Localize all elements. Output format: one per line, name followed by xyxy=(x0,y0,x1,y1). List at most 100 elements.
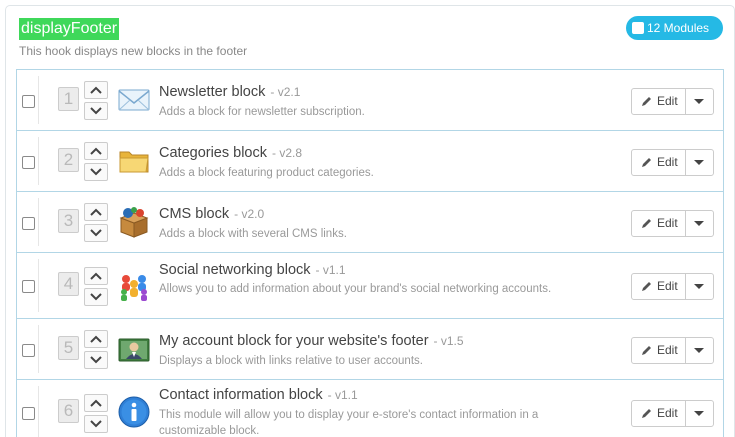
module-version: - v2.0 xyxy=(234,207,265,221)
module-position: 6 xyxy=(58,399,79,423)
module-title: Categories block xyxy=(159,145,267,161)
hook-title: displayFooter xyxy=(19,18,120,40)
module-checkbox[interactable] xyxy=(22,217,35,230)
select-all-modules-badge[interactable]: 12 Modules xyxy=(626,16,723,40)
pencil-icon xyxy=(642,409,651,418)
hook-description: This hook displays new blocks in the foo… xyxy=(19,44,248,58)
actions-dropdown-button[interactable] xyxy=(686,274,713,299)
module-checkbox[interactable] xyxy=(22,280,35,293)
move-up-button[interactable] xyxy=(84,330,108,348)
move-up-button[interactable] xyxy=(84,394,108,412)
edit-button[interactable]: Edit xyxy=(632,401,686,426)
reorder-arrows xyxy=(84,267,108,309)
module-position: 3 xyxy=(58,209,79,233)
module-title: Newsletter block xyxy=(159,84,266,100)
module-version: - v1.1 xyxy=(315,263,346,277)
module-position: 4 xyxy=(58,272,79,296)
module-description: Adds a block with several CMS links. xyxy=(159,228,347,240)
module-position: 1 xyxy=(58,87,79,111)
module-row: 1 Newsletter block - v2.1 Adds a block fo… xyxy=(17,70,723,131)
chevron-down-icon xyxy=(90,168,102,176)
module-row: 2 Categories block - v2.8 Adds a block fe… xyxy=(17,131,723,192)
move-up-button[interactable] xyxy=(84,267,108,285)
module-checkbox[interactable] xyxy=(22,344,35,357)
actions-dropdown-button[interactable] xyxy=(686,89,713,114)
module-version: - v2.8 xyxy=(272,146,303,160)
move-down-button[interactable] xyxy=(84,351,108,369)
actions-dropdown-button[interactable] xyxy=(686,150,713,175)
module-title: Contact information block xyxy=(159,387,323,403)
edit-label: Edit xyxy=(657,216,678,230)
edit-button[interactable]: Edit xyxy=(632,274,686,299)
row-divider xyxy=(38,76,39,124)
chevron-up-icon xyxy=(90,272,102,280)
actions-dropdown-button[interactable] xyxy=(686,338,713,363)
move-up-button[interactable] xyxy=(84,81,108,99)
edit-button-group: Edit xyxy=(631,149,714,176)
reorder-arrows xyxy=(84,142,108,184)
edit-label: Edit xyxy=(657,406,678,420)
module-title: My account block for your website's foot… xyxy=(159,333,429,349)
module-description: Adds a block featuring product categorie… xyxy=(159,167,374,179)
module-version: - v2.1 xyxy=(270,85,301,99)
chevron-up-icon xyxy=(90,399,102,407)
move-down-button[interactable] xyxy=(84,288,108,306)
chevron-down-icon xyxy=(90,107,102,115)
pencil-icon xyxy=(642,346,651,355)
row-divider xyxy=(38,259,39,312)
select-all-checkbox[interactable] xyxy=(632,22,644,34)
actions-dropdown-button[interactable] xyxy=(686,401,713,426)
row-divider xyxy=(38,198,39,246)
module-position: 2 xyxy=(58,148,79,172)
move-up-button[interactable] xyxy=(84,203,108,221)
caret-down-icon xyxy=(694,284,704,289)
move-up-button[interactable] xyxy=(84,142,108,160)
module-row: 3 CMS block - v2.0 Adds a block with seve… xyxy=(17,192,723,253)
folder-icon xyxy=(119,151,149,173)
module-version: - v1.5 xyxy=(433,334,464,348)
module-name: Contact information block - v1.1 xyxy=(159,387,358,403)
edit-button[interactable]: Edit xyxy=(632,211,686,236)
chevron-up-icon xyxy=(90,335,102,343)
edit-button-group: Edit xyxy=(631,337,714,364)
module-name: Social networking block - v1.1 xyxy=(159,262,346,278)
module-row: 6 Contact information block - v1.1 This m… xyxy=(17,380,723,437)
actions-dropdown-button[interactable] xyxy=(686,211,713,236)
module-checkbox[interactable] xyxy=(22,407,35,420)
chevron-down-icon xyxy=(90,293,102,301)
reorder-arrows xyxy=(84,81,108,123)
edit-button[interactable]: Edit xyxy=(632,338,686,363)
move-down-button[interactable] xyxy=(84,163,108,181)
chevron-up-icon xyxy=(90,147,102,155)
module-name: Categories block - v2.8 xyxy=(159,145,302,161)
edit-button[interactable]: Edit xyxy=(632,150,686,175)
row-divider xyxy=(38,325,39,373)
edit-label: Edit xyxy=(657,94,678,108)
edit-button-group: Edit xyxy=(631,400,714,427)
module-row: 5 My account block for your website's fo… xyxy=(17,319,723,380)
pencil-icon xyxy=(642,158,651,167)
move-down-button[interactable] xyxy=(84,102,108,120)
chevron-down-icon xyxy=(90,420,102,428)
module-name: CMS block - v2.0 xyxy=(159,206,264,222)
chevron-down-icon xyxy=(90,229,102,237)
module-checkbox[interactable] xyxy=(22,95,35,108)
info-icon xyxy=(118,396,150,428)
module-title: CMS block xyxy=(159,206,230,222)
edit-button-group: Edit xyxy=(631,88,714,115)
move-down-button[interactable] xyxy=(84,224,108,242)
module-title: Social networking block xyxy=(159,262,311,278)
module-list: 1 Newsletter block - v2.1 Adds a block fo… xyxy=(16,69,724,437)
cms-box-icon xyxy=(119,207,149,238)
move-down-button[interactable] xyxy=(84,415,108,433)
edit-button-group: Edit xyxy=(631,273,714,300)
module-name: My account block for your website's foot… xyxy=(159,333,464,349)
module-checkbox[interactable] xyxy=(22,156,35,169)
edit-button[interactable]: Edit xyxy=(632,89,686,114)
reorder-arrows xyxy=(84,330,108,372)
edit-label: Edit xyxy=(657,155,678,169)
caret-down-icon xyxy=(694,99,704,104)
module-version: - v1.1 xyxy=(327,388,358,402)
pencil-icon xyxy=(642,219,651,228)
module-position: 5 xyxy=(58,336,79,360)
